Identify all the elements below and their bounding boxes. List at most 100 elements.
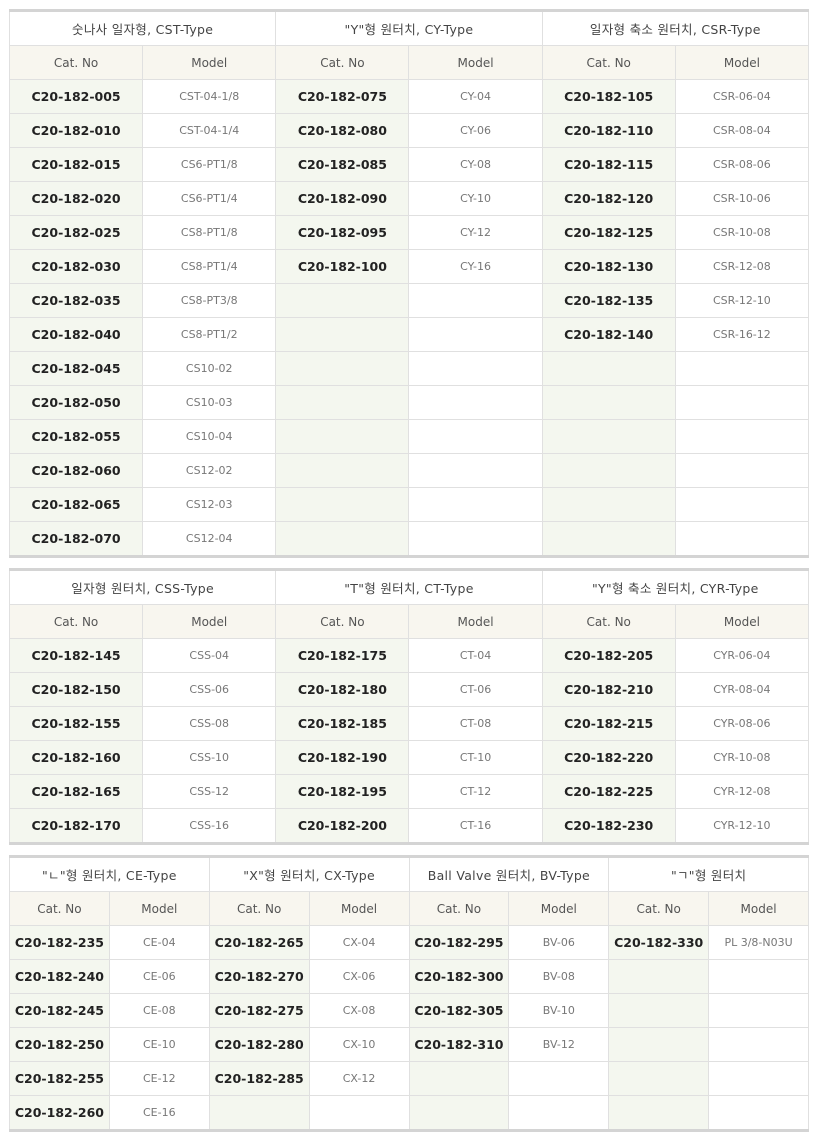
model-cell: PL 3/8-N03U [708,925,809,960]
model-cell: CST-04-1/8 [142,79,277,114]
cat-no-cell: C20-182-230 [541,808,676,844]
column-header-row: Cat. No Model Cat. No Model Cat. No Model Cat.… [9,891,809,926]
model-cell: CYR-06-04 [674,638,810,673]
model-cell: CE-16 [108,1095,210,1131]
empty-cat-cell [408,1095,510,1131]
empty-cat-cell [541,453,676,488]
empty-model-cell [308,1095,410,1131]
table-row: C20-182-010 CST-04-1/4 C20-182-080 CY-06 C20… [8,113,810,148]
model-cell: CT-12 [408,774,543,809]
empty-cat-cell [275,521,410,557]
empty-model-cell [708,1061,809,1096]
cat-no-cell: C20-182-025 [8,215,144,250]
model-cell: CE-04 [108,925,210,960]
product-table-block-1: 숫나사 일자형, CST-Type "Y"형 원터치, CY-Type 일자형 축소… [8,9,810,558]
model-cell: CYR-12-08 [674,774,810,809]
empty-cat-cell [541,487,676,522]
model-header: Model [142,604,277,639]
table-row: C20-182-250 CE-10 C20-182-280 CX-10 C20-182-… [9,1027,809,1062]
empty-model-cell [674,487,810,522]
model-header: Model [108,891,210,926]
cat-no-header: Cat. No [8,604,144,639]
cat-no-header: Cat. No [275,45,410,80]
table-row: C20-182-045 CS10-02 [8,351,810,386]
group-title-row: 숫나사 일자형, CST-Type "Y"형 원터치, CY-Type 일자형 축소… [8,10,810,46]
cat-no-cell: C20-182-140 [541,317,676,352]
cat-no-header: Cat. No [541,604,676,639]
empty-model-cell [674,385,810,420]
model-header: Model [674,604,810,639]
model-cell: CS6-PT1/4 [142,181,277,216]
model-cell: CT-06 [408,672,543,707]
table-row: C20-182-035 CS8-PT3/8 C20-182-135 CSR-12-10 [8,283,810,318]
model-cell: CSS-10 [142,740,277,775]
model-cell: CSS-04 [142,638,277,673]
model-cell: CE-06 [108,959,210,994]
cat-no-cell: C20-182-175 [275,638,410,673]
empty-cat-cell [275,453,410,488]
cat-no-header: Cat. No [541,45,676,80]
model-cell: CSR-12-10 [674,283,810,318]
empty-model-cell [708,1027,809,1062]
empty-cat-cell [541,419,676,454]
group-title-row: "ㄴ"형 원터치, CE-Type "X"형 원터치, CX-Type Ball V… [9,856,809,892]
empty-cat-cell [275,351,410,386]
model-cell: CSR-16-12 [674,317,810,352]
model-cell: CSS-08 [142,706,277,741]
table-row: C20-182-235 CE-04 C20-182-265 CX-04 C20-182-… [9,925,809,960]
cat-no-cell: C20-182-205 [541,638,676,673]
cat-no-cell: C20-182-090 [275,181,410,216]
cat-no-cell: C20-182-260 [9,1095,110,1131]
product-table-block-2: 일자형 원터치, CSS-Type "T"형 원터치, CT-Type "Y"형 축… [8,568,810,845]
model-cell: CS12-04 [142,521,277,557]
table-row: C20-182-050 CS10-03 [8,385,810,420]
model-cell: CY-12 [408,215,543,250]
model-cell: CX-04 [308,925,410,960]
cat-no-header: Cat. No [208,891,310,926]
empty-cat-cell [275,419,410,454]
model-header: Model [308,891,410,926]
cat-no-cell: C20-182-235 [9,925,110,960]
cat-no-cell: C20-182-135 [541,283,676,318]
cat-no-cell: C20-182-080 [275,113,410,148]
model-cell: CT-04 [408,638,543,673]
cat-no-cell: C20-182-020 [8,181,144,216]
group-title: "ㄱ"형 원터치 [608,856,809,892]
table-row: C20-182-155 CSS-08 C20-182-185 CT-08 C20-182… [8,706,810,741]
cat-no-cell: C20-182-210 [541,672,676,707]
model-header: Model [408,45,543,80]
empty-model-cell [408,351,543,386]
table-row: C20-182-055 CS10-04 [8,419,810,454]
model-cell: CX-12 [308,1061,410,1096]
model-cell: CX-10 [308,1027,410,1062]
model-cell: CT-10 [408,740,543,775]
table-row: C20-182-145 CSS-04 C20-182-175 CT-04 C20-182… [8,638,810,673]
model-cell: CSR-08-04 [674,113,810,148]
model-cell: BV-06 [508,925,610,960]
cat-no-cell: C20-182-310 [408,1027,510,1062]
cat-no-cell: C20-182-300 [408,959,510,994]
cat-no-cell: C20-182-055 [8,419,144,454]
group-title: 숫나사 일자형, CST-Type [8,10,277,46]
cat-no-cell: C20-182-220 [541,740,676,775]
model-cell: CX-06 [308,959,410,994]
model-cell: CSS-06 [142,672,277,707]
cat-no-cell: C20-182-275 [208,993,310,1028]
empty-model-cell [408,521,543,557]
empty-model-cell [408,385,543,420]
empty-model-cell [674,419,810,454]
cat-no-cell: C20-182-225 [541,774,676,809]
empty-model-cell [408,453,543,488]
table-row: C20-182-260 CE-16 [9,1095,809,1131]
cat-no-cell: C20-182-285 [208,1061,310,1096]
cat-no-header: Cat. No [408,891,510,926]
cat-no-cell: C20-182-005 [8,79,144,114]
empty-model-cell [408,283,543,318]
model-header: Model [674,45,810,80]
model-cell: CT-08 [408,706,543,741]
model-header: Model [142,45,277,80]
model-header: Model [708,891,809,926]
model-cell: CS8-PT3/8 [142,283,277,318]
empty-model-cell [708,959,809,994]
model-cell: CE-08 [108,993,210,1028]
